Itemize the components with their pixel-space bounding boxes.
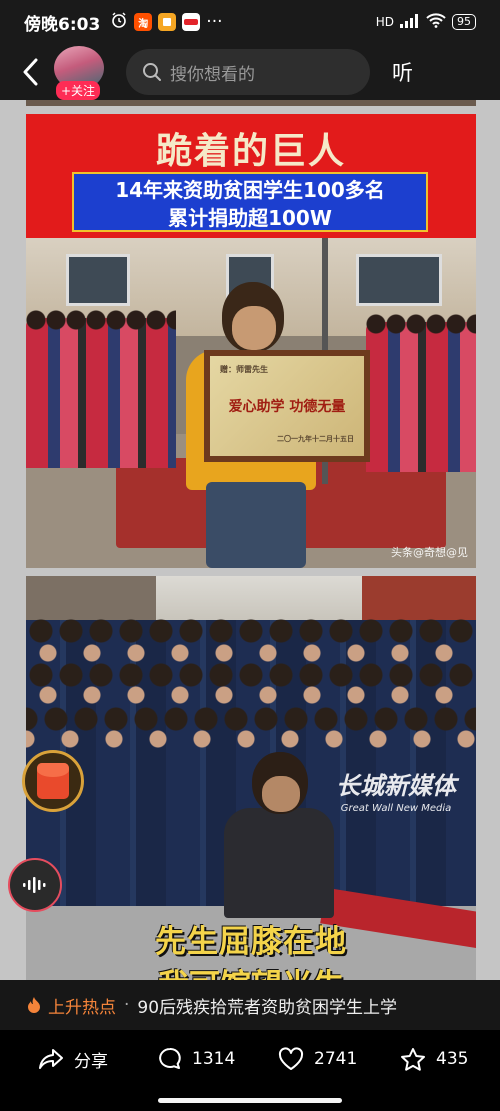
star-icon: [401, 1047, 425, 1071]
signal-icon: [400, 13, 420, 31]
more-status-icon: ···: [206, 12, 223, 32]
share-button[interactable]: 分享: [38, 1044, 108, 1074]
article-image-2[interactable]: 长城新媒体 Great Wall New Media 先生屈膝在地 我可馆望光生: [26, 576, 476, 980]
image-subtitle-banner: 14年来资助贫困学生100多名 累计捐助超100W: [72, 172, 428, 232]
top-navigation: +关注 搜你想看的 听: [0, 44, 500, 100]
search-icon: [143, 63, 161, 81]
subtitle-line-2: 累计捐助超100W: [168, 206, 332, 230]
notes-icon: [158, 13, 177, 31]
students-heads-right: [366, 312, 476, 338]
image-title: 跪着的巨人: [155, 131, 346, 172]
media-watermark: 长城新媒体 Great Wall New Media: [326, 766, 466, 814]
listen-button[interactable]: 听: [392, 57, 413, 87]
status-right: HD 95: [376, 13, 476, 31]
source-watermark: 头条@奇想@见: [391, 546, 468, 559]
students-heads-left: [26, 308, 176, 334]
photo-scene: 赠：师雷先生 爱心助学 功德无量 二〇一九年十二月十五日 头条@奇想@见: [26, 238, 476, 568]
search-input[interactable]: 搜你想看的: [126, 49, 370, 95]
comment-button[interactable]: 1314: [158, 1044, 235, 1074]
fire-icon: [28, 997, 40, 1013]
like-count: 2741: [314, 1049, 358, 1069]
crowd-faces-row: [26, 684, 476, 706]
comment-count: 1314: [192, 1049, 236, 1069]
audio-play-button[interactable]: [8, 858, 62, 912]
article-image-1[interactable]: 跪着的巨人 14年来资助贫困学生100多名 累计捐助超100W 赠：师雷先生 爱…: [26, 114, 476, 568]
previous-image-edge: [26, 100, 476, 106]
chevron-left-icon: [23, 58, 38, 86]
follow-button[interactable]: +关注: [56, 81, 101, 100]
favorite-count: 435: [436, 1049, 469, 1069]
app-icon: [182, 13, 201, 31]
comment-icon: [159, 1047, 181, 1069]
status-bar: 傍晚6:03 淘 ··· HD 95: [0, 0, 500, 44]
red-envelope-button[interactable]: [22, 750, 84, 812]
kneeling-man: [224, 752, 334, 918]
window: [356, 254, 442, 306]
hot-topic-text[interactable]: 90后残疾拾荒者资助贫困学生上学: [137, 993, 397, 1018]
home-indicator[interactable]: [158, 1098, 342, 1103]
share-label: 分享: [74, 1051, 108, 1072]
battery-indicator: 95: [452, 14, 476, 30]
status-left: 傍晚6:03 淘 ···: [24, 10, 223, 35]
like-button[interactable]: 2741: [278, 1044, 357, 1074]
hot-topic-bar[interactable]: 上升热点 · 90后残疾拾荒者资助贫困学生上学: [0, 980, 500, 1030]
status-time: 傍晚6:03: [24, 14, 101, 35]
crowd-faces-row: [26, 728, 476, 750]
back-button[interactable]: [10, 44, 50, 100]
wifi-icon: [426, 13, 446, 31]
window: [66, 254, 130, 306]
share-icon: [39, 1049, 63, 1069]
sound-wave-icon: [23, 877, 46, 893]
plaque-text: 爱心助学 功德无量: [228, 399, 346, 415]
red-envelope-icon: [37, 763, 69, 799]
honor-plaque: 赠：师雷先生 爱心助学 功德无量 二〇一九年十二月十五日: [204, 350, 370, 462]
image-caption-line-2: 我可馆望光生: [26, 960, 476, 980]
favorite-button[interactable]: 435: [400, 1044, 468, 1074]
hot-topic-separator: ·: [124, 995, 130, 1015]
heart-icon: [278, 1047, 304, 1070]
watermark-cn: 长城新媒体: [336, 772, 456, 800]
image-caption-line-1: 先生屈膝在地: [155, 924, 347, 960]
students-right: [366, 322, 476, 472]
hot-topic-label: 上升热点: [48, 997, 116, 1018]
plaque-date: 二〇一九年十二月十五日: [277, 435, 354, 443]
plaque-dedication: 赠：师雷先生: [220, 365, 268, 374]
search-placeholder: 搜你想看的: [170, 64, 255, 85]
article-content[interactable]: 跪着的巨人 14年来资助贫困学生100多名 累计捐助超100W 赠：师雷先生 爱…: [0, 100, 500, 980]
alarm-icon: [110, 11, 128, 34]
watermark-en: Great Wall New Media: [340, 803, 452, 814]
taobao-icon: 淘: [134, 13, 153, 31]
author-avatar-group[interactable]: +关注: [54, 46, 108, 100]
students-left: [26, 318, 176, 468]
subtitle-line-1: 14年来资助贫困学生100多名: [115, 178, 385, 202]
network-label: HD: [375, 15, 394, 29]
